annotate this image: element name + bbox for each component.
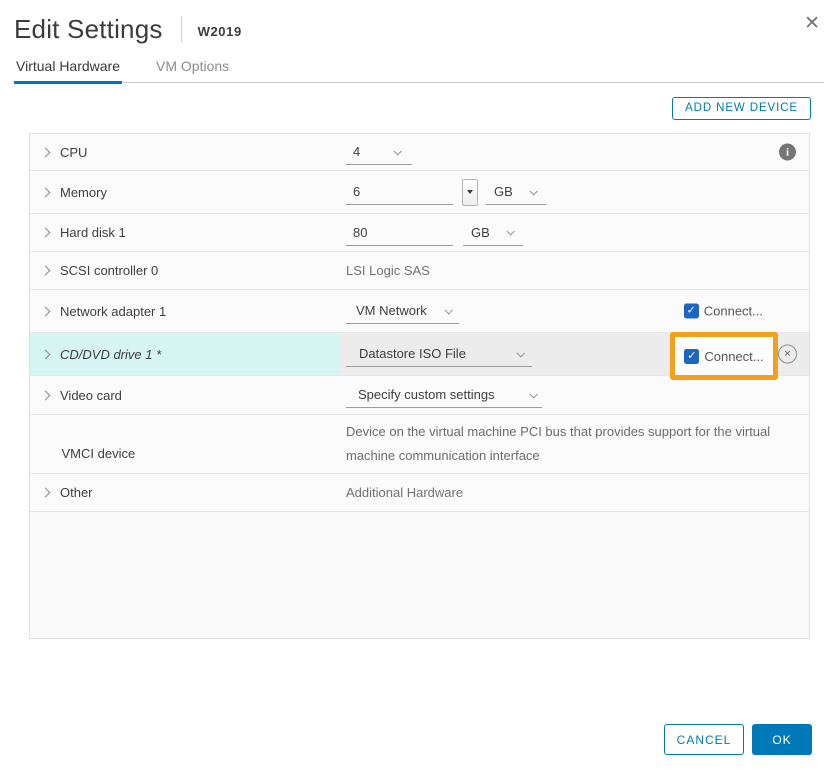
row-network-adapter: Network adapter 1 VM Network ✓ Connect..… — [30, 290, 809, 333]
chevron-right-icon[interactable] — [41, 306, 51, 316]
row-label: VMCI device — [62, 446, 136, 461]
memory-size-value: 6 — [353, 184, 360, 199]
chevron-down-icon — [394, 147, 402, 155]
cpu-count-value: 4 — [353, 144, 360, 159]
chevron-right-icon[interactable] — [41, 187, 51, 197]
other-control-cell: Additional Hardware — [339, 485, 463, 500]
tab-bar: Virtual Hardware VM Options — [14, 58, 824, 83]
info-icon[interactable]: i — [779, 144, 796, 161]
scsi-label-cell: SCSI controller 0 — [30, 252, 339, 289]
chevron-right-icon[interactable] — [41, 390, 51, 400]
vmci-label-cell: VMCI device — [30, 415, 339, 473]
chevron-right-icon[interactable] — [41, 228, 51, 238]
row-label: Network adapter 1 — [60, 304, 166, 319]
remove-device-icon[interactable]: ✕ — [778, 345, 797, 364]
scsi-type-value: LSI Logic SAS — [346, 263, 430, 278]
cddvd-media-select[interactable]: Datastore ISO File — [346, 341, 532, 367]
grid-empty-area — [30, 512, 809, 638]
cddvd-label-cell: CD/DVD drive 1 * — [30, 333, 339, 375]
hard-disk-control-cell: 80 GB — [339, 220, 523, 246]
ok-button[interactable]: OK — [752, 724, 812, 755]
cpu-count-select[interactable]: 4 — [346, 139, 412, 165]
cpu-control-cell: 4 — [339, 139, 412, 165]
row-other: Other Additional Hardware — [30, 474, 809, 512]
other-value: Additional Hardware — [346, 485, 463, 500]
row-label: Hard disk 1 — [60, 225, 126, 240]
row-label: Memory — [60, 185, 107, 200]
scsi-control-cell: LSI Logic SAS — [339, 263, 430, 278]
toolbar: ADD NEW DEVICE — [29, 97, 811, 120]
vm-name: W2019 — [198, 24, 242, 39]
highlight-box: ✓ Connect... — [670, 332, 778, 380]
row-cpu: CPU 4 i — [30, 134, 809, 171]
memory-unit-value: GB — [494, 184, 513, 199]
vmci-control-cell: Device on the virtual machine PCI bus th… — [339, 420, 786, 468]
chevron-down-icon — [444, 306, 452, 314]
video-label-cell: Video card — [30, 376, 339, 414]
close-icon[interactable]: ✕ — [800, 12, 824, 35]
row-label: CD/DVD drive 1 * — [60, 347, 161, 362]
row-cddvd-drive: CD/DVD drive 1 * Datastore ISO File ✓ Co… — [30, 333, 809, 376]
network-control-cell: VM Network — [339, 298, 459, 324]
vmci-description: Device on the virtual machine PCI bus th… — [346, 420, 786, 468]
title-divider — [181, 16, 182, 42]
disk-unit-value: GB — [471, 225, 490, 240]
chevron-down-icon — [516, 349, 524, 357]
tab-vm-options[interactable]: VM Options — [154, 58, 231, 82]
tab-virtual-hardware[interactable]: Virtual Hardware — [14, 58, 122, 82]
memory-control-cell: 6 GB — [339, 179, 546, 206]
hardware-grid: CPU 4 i Memory 6 — [29, 133, 810, 639]
chevron-down-icon — [506, 227, 514, 235]
disk-size-value: 80 — [353, 225, 367, 240]
row-hard-disk: Hard disk 1 80 GB — [30, 214, 809, 252]
video-settings-value: Specify custom settings — [358, 387, 495, 402]
dialog-header: Edit Settings W2019 ✕ — [0, 0, 838, 46]
row-video-card: Video card Specify custom settings — [30, 376, 809, 415]
row-memory: Memory 6 GB — [30, 171, 809, 214]
other-label-cell: Other — [30, 474, 339, 511]
chevron-right-icon[interactable] — [41, 488, 51, 498]
disk-unit-select[interactable]: GB — [463, 220, 523, 246]
row-label: Video card — [60, 388, 122, 403]
network-value: VM Network — [356, 303, 427, 318]
chevron-down-icon — [529, 390, 537, 398]
memory-unit-select[interactable]: GB — [486, 179, 546, 205]
dialog-footer: CANCEL OK — [664, 724, 812, 755]
row-vmci-device: VMCI device Device on the virtual machin… — [30, 415, 809, 474]
cddvd-control-cell: Datastore ISO File — [339, 341, 532, 367]
cancel-button[interactable]: CANCEL — [664, 724, 744, 755]
cddvd-media-value: Datastore ISO File — [359, 346, 466, 361]
row-label: SCSI controller 0 — [60, 263, 158, 278]
add-new-device-button[interactable]: ADD NEW DEVICE — [672, 97, 811, 120]
chevron-down-icon — [529, 187, 537, 195]
video-settings-select[interactable]: Specify custom settings — [346, 382, 542, 408]
video-control-cell: Specify custom settings — [339, 382, 542, 408]
chevron-right-icon[interactable] — [41, 147, 51, 157]
memory-label-cell: Memory — [30, 171, 339, 213]
triangle-down-icon — [467, 190, 473, 194]
cpu-label-cell: CPU — [30, 134, 339, 170]
memory-size-input[interactable]: 6 — [346, 179, 453, 205]
network-label-cell: Network adapter 1 — [30, 290, 339, 332]
dialog-title: Edit Settings — [14, 14, 163, 45]
edit-settings-dialog: Edit Settings W2019 ✕ Virtual Hardware V… — [0, 0, 838, 770]
connect-label[interactable]: Connect... — [704, 304, 763, 319]
hard-disk-label-cell: Hard disk 1 — [30, 214, 339, 251]
checkbox-checked-icon[interactable]: ✓ — [684, 304, 699, 319]
disk-size-input[interactable]: 80 — [346, 220, 453, 246]
chevron-right-icon[interactable] — [41, 349, 51, 359]
cddvd-connect-checkbox[interactable]: ✓ Connect... — [684, 349, 763, 364]
row-scsi-controller: SCSI controller 0 LSI Logic SAS — [30, 252, 809, 290]
network-connect-checkbox[interactable]: ✓ Connect... — [684, 304, 763, 319]
memory-dropdown-button[interactable] — [462, 179, 478, 206]
row-label: Other — [60, 485, 93, 500]
network-select[interactable]: VM Network — [346, 298, 459, 324]
row-label: CPU — [60, 145, 87, 160]
checkbox-checked-icon[interactable]: ✓ — [684, 349, 699, 364]
connect-label[interactable]: Connect... — [704, 349, 763, 364]
chevron-right-icon[interactable] — [41, 266, 51, 276]
